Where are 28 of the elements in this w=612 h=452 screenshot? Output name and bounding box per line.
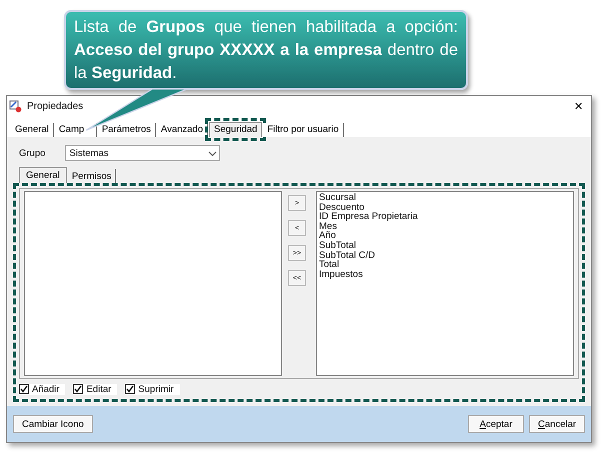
checkbox[interactable] xyxy=(19,384,29,394)
group-dropdown[interactable]: Sistemas xyxy=(65,145,220,161)
list-item[interactable]: Año xyxy=(319,231,571,241)
checkbox-label: Editar xyxy=(86,384,112,394)
dialog-button[interactable]: Cancelar xyxy=(529,415,585,433)
list-item[interactable]: Impuestos xyxy=(319,270,571,280)
caret-icon xyxy=(208,148,218,158)
checkbox-label: Suprimir xyxy=(138,384,174,394)
checkbox-label: Añadir xyxy=(32,384,60,394)
dialog-button[interactable]: Aceptar xyxy=(468,415,524,433)
list-item[interactable]: Total xyxy=(319,260,571,270)
close-button[interactable]: ✕ xyxy=(572,100,585,113)
list-item[interactable]: ID Empresa Propietaria xyxy=(319,212,571,222)
list-item[interactable]: Mes xyxy=(319,222,571,232)
tab[interactable]: General xyxy=(19,167,67,183)
field-list[interactable]: Sucursal Descuento ID Empresa Propietaria Mes Año SubTotal SubTotal C/D Total Impuestos xyxy=(316,191,574,376)
checkbox[interactable] xyxy=(73,384,84,394)
window-title: Propiedades xyxy=(27,101,84,112)
list-item[interactable]: Descuento xyxy=(319,202,571,212)
callout-note: Lista de Grupos que tienen habilitada a opción: Acceso del grupo XXXXX a la empresa dentro de la Seguridad. xyxy=(64,10,468,90)
tab[interactable]: Filtro por usuario xyxy=(263,123,344,137)
checkbox[interactable] xyxy=(125,384,136,394)
tab[interactable]: Permisos xyxy=(68,169,116,183)
change-icon-button[interactable]: Cambiar Icono xyxy=(13,415,93,433)
group-label: Grupo xyxy=(19,148,46,158)
list-item[interactable]: SubTotal C/D xyxy=(319,250,571,260)
list-item[interactable]: SubTotal xyxy=(319,240,571,251)
list-item[interactable]: Sucursal xyxy=(319,193,571,203)
